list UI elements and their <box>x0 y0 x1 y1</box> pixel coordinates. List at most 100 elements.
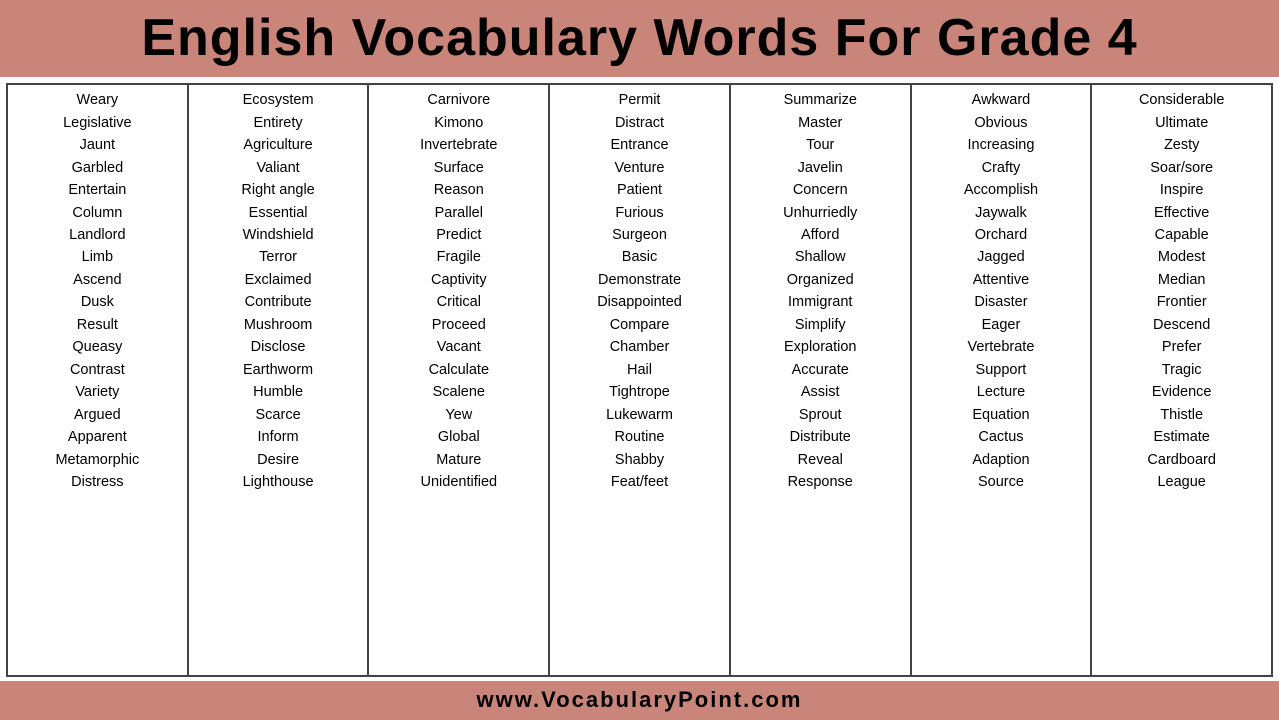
list-item: Desire <box>191 449 366 471</box>
list-item: Entirety <box>191 112 366 134</box>
list-item: Equation <box>914 404 1089 426</box>
list-item: Ecosystem <box>191 89 366 111</box>
list-item: Master <box>733 112 908 134</box>
list-item: Prefer <box>1094 336 1269 358</box>
list-item: Garbled <box>10 157 185 179</box>
list-item: Venture <box>552 157 727 179</box>
list-item: Hail <box>552 359 727 381</box>
list-item: Organized <box>733 269 908 291</box>
list-item: Evidence <box>1094 381 1269 403</box>
column-2: EcosystemEntiretyAgricultureValiantRight… <box>189 85 370 675</box>
list-item: Jagged <box>914 246 1089 268</box>
list-item: Legislative <box>10 112 185 134</box>
header: English Vocabulary Words For Grade 4 <box>0 0 1279 77</box>
page-wrapper: English Vocabulary Words For Grade 4 Wea… <box>0 0 1279 720</box>
list-item: Column <box>10 202 185 224</box>
list-item: Weary <box>10 89 185 111</box>
list-item: Agriculture <box>191 134 366 156</box>
list-item: Javelin <box>733 157 908 179</box>
list-item: Fragile <box>371 246 546 268</box>
list-item: Limb <box>10 246 185 268</box>
list-item: Scalene <box>371 381 546 403</box>
list-item: Earthworm <box>191 359 366 381</box>
list-item: Entrance <box>552 134 727 156</box>
list-item: Humble <box>191 381 366 403</box>
list-item: Zesty <box>1094 134 1269 156</box>
list-item: Invertebrate <box>371 134 546 156</box>
list-item: Tragic <box>1094 359 1269 381</box>
list-item: Disclose <box>191 336 366 358</box>
list-item: Summarize <box>733 89 908 111</box>
list-item: Ultimate <box>1094 112 1269 134</box>
list-item: Mushroom <box>191 314 366 336</box>
list-item: Source <box>914 471 1089 493</box>
list-item: Carnivore <box>371 89 546 111</box>
list-item: Modest <box>1094 246 1269 268</box>
list-item: Shallow <box>733 246 908 268</box>
list-item: Attentive <box>914 269 1089 291</box>
list-item: Variety <box>10 381 185 403</box>
list-item: Mature <box>371 449 546 471</box>
column-7: ConsiderableUltimateZestySoar/soreInspir… <box>1092 85 1271 675</box>
list-item: Critical <box>371 291 546 313</box>
list-item: Exploration <box>733 336 908 358</box>
column-1: WearyLegislativeJauntGarbledEntertainCol… <box>8 85 189 675</box>
list-item: Feat/feet <box>552 471 727 493</box>
list-item: Soar/sore <box>1094 157 1269 179</box>
list-item: Afford <box>733 224 908 246</box>
list-item: Obvious <box>914 112 1089 134</box>
list-item: Lighthouse <box>191 471 366 493</box>
list-item: Yew <box>371 404 546 426</box>
list-item: Unidentified <box>371 471 546 493</box>
list-item: Argued <box>10 404 185 426</box>
list-item: Predict <box>371 224 546 246</box>
list-item: Disaster <box>914 291 1089 313</box>
list-item: Accurate <box>733 359 908 381</box>
list-item: Adaption <box>914 449 1089 471</box>
list-item: Considerable <box>1094 89 1269 111</box>
list-item: Thistle <box>1094 404 1269 426</box>
list-item: Tightrope <box>552 381 727 403</box>
footer-url: www.VocabularyPoint.com <box>477 687 803 712</box>
list-item: Response <box>733 471 908 493</box>
list-item: Inspire <box>1094 179 1269 201</box>
list-item: Distress <box>10 471 185 493</box>
footer: www.VocabularyPoint.com <box>0 681 1279 720</box>
list-item: Windshield <box>191 224 366 246</box>
list-item: Cactus <box>914 426 1089 448</box>
list-item: Furious <box>552 202 727 224</box>
list-item: Descend <box>1094 314 1269 336</box>
column-6: AwkwardObviousIncreasingCraftyAccomplish… <box>912 85 1093 675</box>
list-item: Demonstrate <box>552 269 727 291</box>
list-item: Vertebrate <box>914 336 1089 358</box>
list-item: Disappointed <box>552 291 727 313</box>
column-5: SummarizeMasterTourJavelinConcernUnhurri… <box>731 85 912 675</box>
list-item: Terror <box>191 246 366 268</box>
list-item: Ascend <box>10 269 185 291</box>
column-3: CarnivoreKimonoInvertebrateSurfaceReason… <box>369 85 550 675</box>
list-item: Capable <box>1094 224 1269 246</box>
list-item: Right angle <box>191 179 366 201</box>
list-item: Immigrant <box>733 291 908 313</box>
list-item: Metamorphic <box>10 449 185 471</box>
list-item: Routine <box>552 426 727 448</box>
list-item: Exclaimed <box>191 269 366 291</box>
list-item: Apparent <box>10 426 185 448</box>
list-item: Support <box>914 359 1089 381</box>
list-item: Patient <box>552 179 727 201</box>
list-item: Effective <box>1094 202 1269 224</box>
list-item: Queasy <box>10 336 185 358</box>
list-item: Concern <box>733 179 908 201</box>
list-item: Compare <box>552 314 727 336</box>
list-item: Median <box>1094 269 1269 291</box>
list-item: Distribute <box>733 426 908 448</box>
list-item: Awkward <box>914 89 1089 111</box>
list-item: Essential <box>191 202 366 224</box>
list-item: Inform <box>191 426 366 448</box>
list-item: Eager <box>914 314 1089 336</box>
list-item: Accomplish <box>914 179 1089 201</box>
list-item: Contrast <box>10 359 185 381</box>
vocabulary-table: WearyLegislativeJauntGarbledEntertainCol… <box>6 83 1273 677</box>
list-item: Calculate <box>371 359 546 381</box>
list-item: Lecture <box>914 381 1089 403</box>
